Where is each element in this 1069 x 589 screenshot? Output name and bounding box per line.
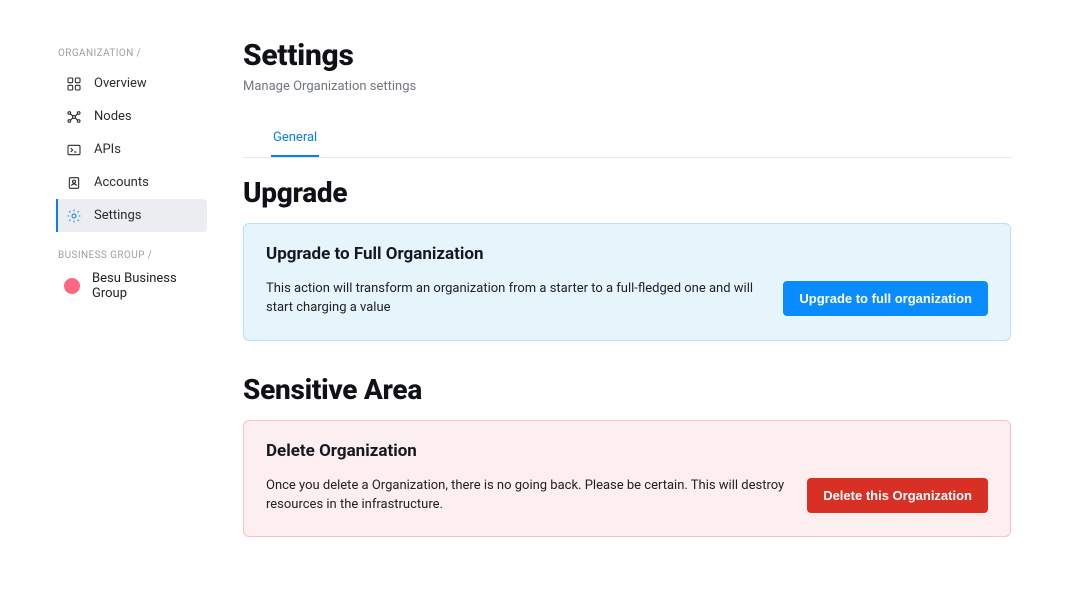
- page-title: Settings: [243, 38, 1011, 73]
- sidebar-section-business-group-label: BUSINESS GROUP /: [0, 250, 207, 269]
- terminal-icon: [66, 142, 82, 158]
- tab-general[interactable]: General: [271, 122, 319, 157]
- sidebar-nav-business-group: Besu Business Group: [0, 269, 207, 320]
- sidebar-item-overview[interactable]: Overview: [56, 67, 207, 100]
- delete-button[interactable]: Delete this Organization: [807, 478, 988, 513]
- upgrade-panel-title: Upgrade to Full Organization: [266, 244, 988, 264]
- sidebar-item-label: Nodes: [94, 109, 132, 124]
- sidebar-item-label: Settings: [94, 208, 141, 223]
- sidebar-item-settings[interactable]: Settings: [56, 199, 207, 232]
- page-subtitle: Manage Organization settings: [243, 79, 1011, 94]
- sidebar-item-label: Accounts: [94, 175, 149, 190]
- sidebar-item-nodes[interactable]: Nodes: [56, 100, 207, 133]
- network-icon: [66, 109, 82, 125]
- business-group-dot-icon: [64, 278, 80, 294]
- gear-icon: [66, 208, 82, 224]
- sidebar-item-accounts[interactable]: Accounts: [56, 166, 207, 199]
- sidebar: ORGANIZATION / Overview Nodes APIs: [0, 0, 207, 589]
- sidebar-item-apis[interactable]: APIs: [56, 133, 207, 166]
- tabs-bar: General: [243, 122, 1011, 158]
- sidebar-item-label: APIs: [94, 142, 121, 157]
- contacts-icon: [66, 175, 82, 191]
- upgrade-panel: Upgrade to Full Organization This action…: [243, 223, 1011, 341]
- sidebar-nav-organization: Overview Nodes APIs Accounts: [0, 67, 207, 250]
- section-heading-upgrade: Upgrade: [243, 176, 1011, 209]
- sidebar-item-business-group[interactable]: Besu Business Group: [56, 269, 207, 302]
- sidebar-section-organization-label: ORGANIZATION /: [0, 48, 207, 67]
- main-content: Settings Manage Organization settings Ge…: [207, 0, 1069, 589]
- delete-panel-text: Once you delete a Organization, there is…: [266, 477, 789, 515]
- upgrade-panel-text: This action will transform an organizati…: [266, 280, 765, 318]
- section-heading-sensitive: Sensitive Area: [243, 373, 1011, 406]
- delete-panel-title: Delete Organization: [266, 441, 988, 461]
- delete-panel: Delete Organization Once you delete a Or…: [243, 420, 1011, 538]
- sidebar-item-label: Besu Business Group: [92, 271, 207, 301]
- grid-icon: [66, 76, 82, 92]
- sidebar-item-label: Overview: [94, 76, 147, 91]
- upgrade-button[interactable]: Upgrade to full organization: [783, 281, 988, 316]
